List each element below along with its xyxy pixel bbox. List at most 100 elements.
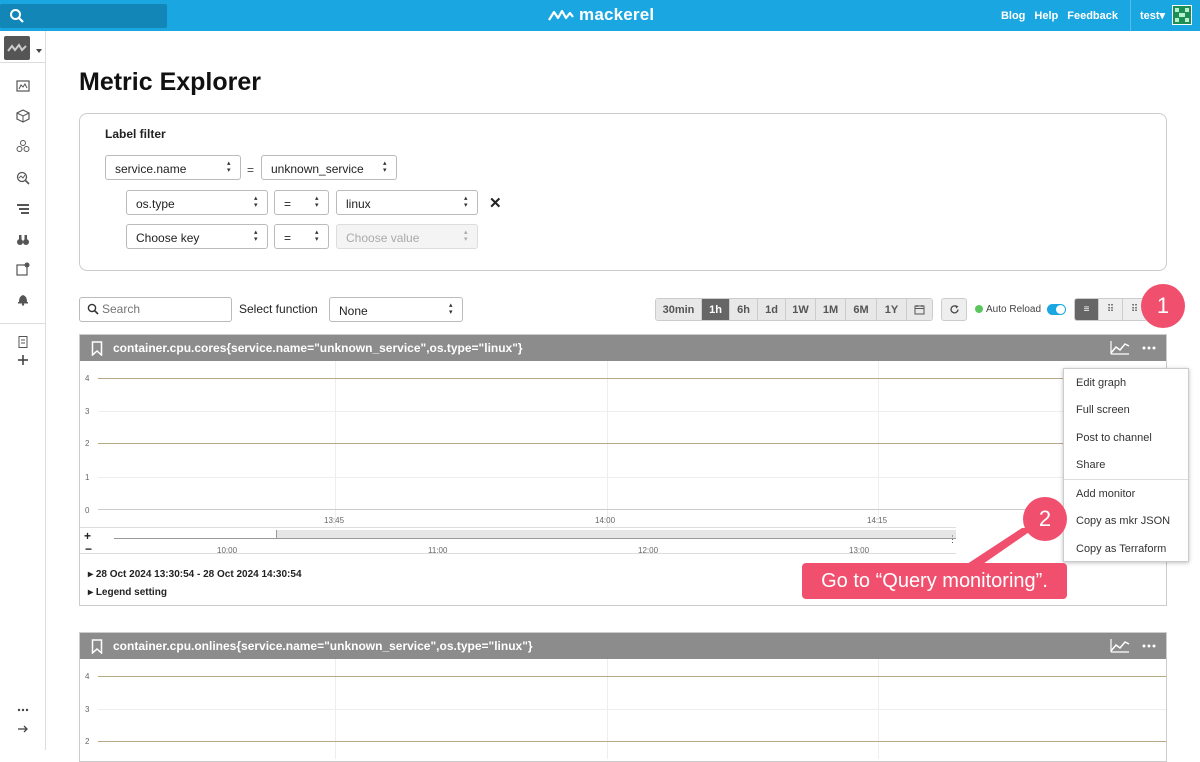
- graph-plot[interactable]: 4 3 2 1 0 13:45 14:00 14:15: [80, 361, 1166, 527]
- mini-x-tick: 11:00: [428, 546, 448, 555]
- auto-reload-label: Auto Reload: [986, 304, 1042, 315]
- series-line: [98, 378, 1166, 379]
- graph-header: container.cpu.cores{service.name="unknow…: [80, 335, 1166, 361]
- range-navigator[interactable]: + − ⋮ 10:00 11:00 12:00 13:00: [80, 527, 957, 556]
- plus-icon[interactable]: [16, 353, 30, 367]
- user-menu[interactable]: test▾: [1140, 9, 1165, 22]
- page-title: Metric Explorer: [79, 68, 262, 96]
- metric-search-input[interactable]: [79, 297, 232, 322]
- filter-key-select[interactable]: Choose key: [126, 224, 268, 249]
- avatar[interactable]: [1172, 5, 1192, 25]
- menu-copy-mkr-json[interactable]: Copy as mkr JSON: [1064, 508, 1188, 536]
- range-1w[interactable]: 1W: [786, 299, 816, 320]
- y-tick: 1: [85, 473, 90, 482]
- host-icon[interactable]: [16, 109, 30, 123]
- series-line: [98, 741, 1166, 742]
- menu-add-monitor[interactable]: Add monitor: [1064, 480, 1188, 508]
- range-30min[interactable]: 30min: [656, 299, 702, 320]
- blog-link[interactable]: Blog: [1001, 10, 1025, 22]
- bookmark-icon[interactable]: [91, 340, 103, 356]
- layout-list-icon[interactable]: ≡: [1075, 299, 1099, 320]
- y-tick: 2: [85, 737, 90, 746]
- help-link[interactable]: Help: [1034, 10, 1058, 22]
- mini-x-tick: 13:00: [849, 546, 870, 555]
- bell-icon[interactable]: [16, 292, 30, 306]
- alerts-icon[interactable]: [16, 262, 30, 276]
- label-filter-heading: Label filter: [105, 127, 166, 141]
- zoom-in-button[interactable]: +: [84, 529, 91, 543]
- range-handle-icon[interactable]: ⋮: [948, 534, 957, 545]
- grid-line: [878, 361, 879, 527]
- organization-switcher[interactable]: [4, 36, 30, 60]
- global-search[interactable]: [0, 4, 167, 28]
- more-icon[interactable]: [16, 703, 30, 717]
- grid-line: [335, 361, 336, 527]
- expand-sidebar-icon[interactable]: [16, 722, 30, 736]
- remove-filter-icon[interactable]: ✕: [489, 194, 502, 212]
- time-range-toggle[interactable]: ▸ 28 Oct 2024 13:30:54 - 28 Oct 2024 14:…: [88, 569, 302, 580]
- top-divider: [1130, 0, 1131, 31]
- auto-reload-toggle[interactable]: [1047, 304, 1066, 315]
- mini-x-tick: 10:00: [217, 546, 238, 555]
- search-field[interactable]: [102, 302, 222, 316]
- metric-explorer-icon[interactable]: [16, 171, 30, 185]
- x-tick: 14:00: [595, 516, 616, 525]
- y-tick: 3: [85, 407, 90, 416]
- grid-line: [98, 411, 1166, 412]
- function-select[interactable]: None: [329, 297, 463, 322]
- calendar-icon[interactable]: [907, 299, 932, 320]
- range-6m[interactable]: 6M: [846, 299, 877, 320]
- layout-grid-2-icon[interactable]: ⠿: [1099, 299, 1123, 320]
- graph-chart-icon[interactable]: [1110, 340, 1130, 355]
- y-tick: 4: [85, 374, 90, 383]
- filter-value-select: Choose value: [336, 224, 478, 249]
- menu-full-screen[interactable]: Full screen: [1064, 397, 1188, 425]
- x-tick: 13:45: [324, 516, 345, 525]
- time-range-text: 28 Oct 2024 13:30:54 - 28 Oct 2024 14:30…: [95, 569, 302, 580]
- zoom-out-button[interactable]: −: [85, 542, 92, 556]
- reload-button[interactable]: [941, 298, 967, 321]
- range-1y[interactable]: 1Y: [877, 299, 907, 320]
- range-1d[interactable]: 1d: [758, 299, 786, 320]
- mackerel-logo-icon: [548, 9, 574, 21]
- layout-selector: ≡ ⠿ ⠿: [1074, 298, 1148, 321]
- label-filter-panel: Label filter service.name = unknown_serv…: [79, 113, 1167, 271]
- binoculars-icon[interactable]: [16, 233, 30, 247]
- menu-share[interactable]: Share: [1064, 452, 1188, 480]
- legend-setting-toggle[interactable]: ▸ Legend setting: [88, 587, 167, 598]
- graph-panel: container.cpu.onlines{service.name="unkn…: [79, 632, 1167, 762]
- range-1h[interactable]: 1h: [702, 299, 730, 320]
- graph-title: container.cpu.cores{service.name="unknow…: [113, 341, 523, 355]
- search-icon: [10, 9, 24, 23]
- filter-operator-select[interactable]: =: [274, 224, 329, 249]
- filter-value-select[interactable]: linux: [336, 190, 478, 215]
- range-6h[interactable]: 6h: [730, 299, 758, 320]
- dashboard-icon[interactable]: [16, 79, 30, 93]
- graph-plot[interactable]: 4 3 2: [80, 659, 1166, 759]
- filter-operator-select[interactable]: =: [274, 190, 329, 215]
- feedback-link[interactable]: Feedback: [1067, 10, 1118, 22]
- mini-x-tick: 12:00: [638, 546, 659, 555]
- refresh-icon: [949, 305, 959, 314]
- menu-post-to-channel[interactable]: Post to channel: [1064, 424, 1188, 452]
- brand-logo[interactable]: mackerel: [548, 5, 654, 25]
- chevron-down-icon[interactable]: [36, 49, 42, 53]
- bookmark-icon[interactable]: [91, 638, 103, 654]
- range-1m[interactable]: 1M: [816, 299, 846, 320]
- filter-key-select[interactable]: service.name: [105, 155, 241, 180]
- more-options-icon[interactable]: [1142, 644, 1156, 648]
- filter-key-select[interactable]: os.type: [126, 190, 268, 215]
- more-options-icon[interactable]: [1142, 346, 1156, 350]
- top-links: Blog Help Feedback: [992, 0, 1118, 31]
- menu-edit-graph[interactable]: Edit graph: [1064, 369, 1188, 397]
- filter-value-select[interactable]: unknown_service: [261, 155, 397, 180]
- list-icon[interactable]: [16, 202, 30, 216]
- graph-chart-icon[interactable]: [1110, 638, 1130, 653]
- document-icon[interactable]: [16, 335, 30, 349]
- graph-header: container.cpu.onlines{service.name="unkn…: [80, 633, 1166, 659]
- step-badge-1: 1: [1141, 284, 1185, 328]
- services-icon[interactable]: [16, 139, 30, 153]
- legend-setting-text: Legend setting: [95, 587, 167, 598]
- menu-copy-terraform[interactable]: Copy as Terraform: [1064, 535, 1188, 563]
- graph-context-menu: Edit graph Full screen Post to channel S…: [1063, 368, 1189, 562]
